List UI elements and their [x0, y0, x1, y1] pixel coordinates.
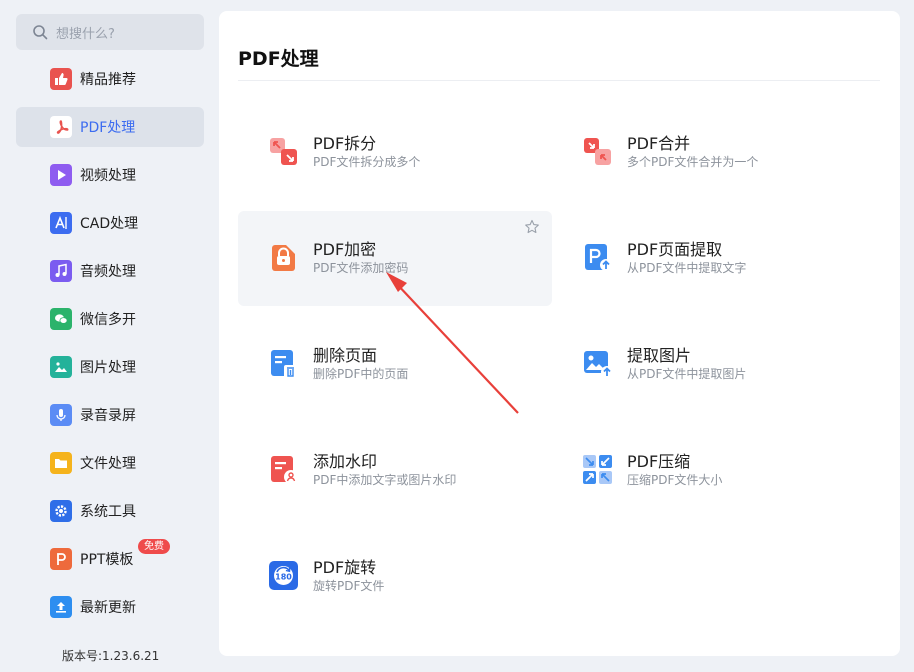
rotate-icon: 180 — [268, 560, 299, 591]
split-icon — [268, 136, 299, 167]
tool-desc: 压缩PDF文件大小 — [627, 473, 723, 487]
sidebar-item-label: 系统工具 — [80, 504, 136, 520]
upload-icon — [50, 596, 72, 618]
wechat-icon — [50, 308, 72, 330]
title-divider — [238, 80, 880, 81]
merge-icon — [582, 136, 613, 167]
search-box[interactable]: 想搜什么? — [16, 14, 204, 50]
search-icon — [33, 25, 48, 40]
tool-title: PDF合并 — [627, 134, 691, 153]
image-icon — [50, 356, 72, 378]
tool-title: PDF旋转 — [313, 558, 377, 577]
tool-title: PDF压缩 — [627, 452, 691, 471]
sidebar-item-label: 精品推荐 — [80, 72, 136, 88]
sidebar-item-wechat[interactable]: 微信多开 — [16, 299, 204, 339]
tool-desc: PDF文件拆分成多个 — [313, 155, 421, 169]
gear-icon — [50, 500, 72, 522]
tool-title: PDF拆分 — [313, 134, 377, 153]
page-title: PDF处理 — [238, 48, 319, 70]
tool-delete-pages[interactable]: 删除页面 删除PDF中的页面 — [238, 317, 552, 412]
page-extract-icon — [582, 242, 613, 273]
ppt-icon — [50, 548, 72, 570]
tool-desc: PDF文件添加密码 — [313, 261, 409, 275]
sidebar-item-video[interactable]: 视频处理 — [16, 155, 204, 195]
music-note-icon — [50, 260, 72, 282]
sidebar-item-label: 最新更新 — [80, 600, 136, 616]
sidebar-item-files[interactable]: 文件处理 — [16, 443, 204, 483]
thumbs-up-icon — [50, 68, 72, 90]
folder-icon — [50, 452, 72, 474]
cad-icon — [50, 212, 72, 234]
tool-title: 添加水印 — [313, 452, 378, 471]
tool-desc: 从PDF文件中提取图片 — [627, 367, 747, 381]
sidebar-item-audio[interactable]: 音频处理 — [16, 251, 204, 291]
sidebar-item-system-tools[interactable]: 系统工具 — [16, 491, 204, 531]
tool-desc: 删除PDF中的页面 — [313, 367, 409, 381]
lock-icon — [268, 242, 299, 273]
search-input[interactable]: 想搜什么? — [56, 23, 115, 42]
microphone-icon — [50, 404, 72, 426]
sidebar-item-label: 视频处理 — [80, 168, 136, 184]
sidebar-item-label: 录音录屏 — [80, 408, 136, 424]
tool-title: PDF加密 — [313, 240, 377, 259]
svg-text:180: 180 — [275, 573, 292, 582]
main-panel: PDF处理 PDF拆分 PDF文件拆分成多个 PDF合并 多个PDF文件合并为一… — [219, 11, 900, 656]
compress-icon — [582, 454, 613, 485]
version-label: 版本号:1.23.6.21 — [62, 649, 160, 663]
pdf-icon — [50, 116, 72, 138]
sidebar-item-recording[interactable]: 录音录屏 — [16, 395, 204, 435]
tool-pdf-page-extract[interactable]: PDF页面提取 从PDF文件中提取文字 — [552, 211, 866, 306]
tool-pdf-encrypt[interactable]: PDF加密 PDF文件添加密码 — [238, 211, 552, 306]
tool-title: 提取图片 — [627, 346, 692, 365]
sidebar-item-pdf[interactable]: PDF处理 — [16, 107, 204, 147]
sidebar-item-image[interactable]: 图片处理 — [16, 347, 204, 387]
tool-extract-images[interactable]: 提取图片 从PDF文件中提取图片 — [552, 317, 866, 412]
sidebar-item-label: 图片处理 — [80, 360, 136, 376]
sidebar-item-label: 微信多开 — [80, 312, 136, 328]
watermark-icon — [268, 454, 299, 485]
tool-pdf-split[interactable]: PDF拆分 PDF文件拆分成多个 — [238, 105, 552, 200]
sidebar-item-label: 文件处理 — [80, 456, 136, 472]
tool-add-watermark[interactable]: 添加水印 PDF中添加文字或图片水印 — [238, 423, 552, 518]
sidebar-item-label: PPT模板 — [80, 552, 134, 568]
tool-desc: 多个PDF文件合并为一个 — [627, 155, 759, 169]
sidebar-item-cad[interactable]: CAD处理 — [16, 203, 204, 243]
extract-image-icon — [582, 348, 613, 379]
tool-desc: PDF中添加文字或图片水印 — [313, 473, 457, 487]
tool-pdf-compress[interactable]: PDF压缩 压缩PDF文件大小 — [552, 423, 866, 518]
sidebar-item-updates[interactable]: 最新更新 — [16, 587, 204, 627]
sidebar-item-label: CAD处理 — [80, 216, 139, 232]
delete-page-icon — [268, 348, 299, 379]
tool-title: 删除页面 — [313, 346, 378, 365]
tool-pdf-rotate[interactable]: 180 PDF旋转 旋转PDF文件 — [238, 529, 552, 624]
sidebar-item-label: PDF处理 — [80, 120, 136, 136]
sidebar-item-ppt[interactable]: PPT模板 免费 — [16, 539, 204, 579]
tool-title: PDF页面提取 — [627, 240, 723, 259]
tool-pdf-merge[interactable]: PDF合并 多个PDF文件合并为一个 — [552, 105, 866, 200]
sidebar-item-recommend[interactable]: 精品推荐 — [16, 59, 204, 99]
sidebar: 想搜什么? 精品推荐 PDF处理 视频处理 CAD处理 音频处理 微信多开 图片… — [0, 0, 218, 672]
play-icon — [50, 164, 72, 186]
sidebar-item-label: 音频处理 — [80, 264, 136, 280]
tool-desc: 旋转PDF文件 — [313, 579, 385, 593]
tool-desc: 从PDF文件中提取文字 — [627, 261, 747, 275]
star-icon[interactable] — [524, 219, 540, 235]
free-badge: 免费 — [138, 539, 170, 554]
